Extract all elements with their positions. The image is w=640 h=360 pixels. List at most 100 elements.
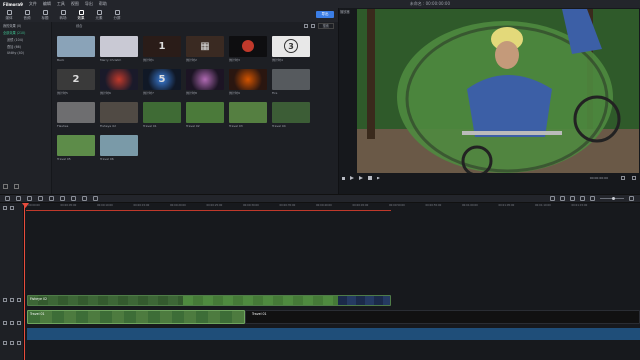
media-item[interactable]: Travel 04 xyxy=(272,102,310,129)
playhead[interactable] xyxy=(24,203,25,360)
media-item[interactable]: ▦ 倒计时2 xyxy=(186,36,224,63)
mixer-icon[interactable] xyxy=(580,196,585,201)
menu-file[interactable]: 文件 xyxy=(26,1,40,7)
fullscreen-icon[interactable] xyxy=(632,176,636,180)
media-item[interactable]: 倒计时6 xyxy=(100,69,138,96)
video-track-icon xyxy=(3,321,7,325)
audio-clip[interactable] xyxy=(27,328,640,340)
module-tab-icon xyxy=(60,9,66,15)
zoom-slider[interactable] xyxy=(600,197,624,200)
speed-icon[interactable] xyxy=(60,196,65,201)
eye-icon[interactable] xyxy=(17,298,21,302)
module-tab-5[interactable]: 元素 xyxy=(90,8,108,22)
module-tab-2[interactable]: 标题 xyxy=(36,8,54,22)
delete-icon[interactable] xyxy=(27,196,32,201)
speaker-icon[interactable] xyxy=(17,341,21,345)
sidebar-item-1[interactable]: 全部效果 (210) xyxy=(0,29,51,36)
ruler-tick: 00:00:55:00 xyxy=(425,204,442,207)
timeline-range-line xyxy=(26,210,391,211)
search-label[interactable]: 搜索 xyxy=(317,22,334,29)
zoom-out-icon[interactable] xyxy=(590,196,595,201)
eye-icon[interactable] xyxy=(17,321,21,325)
zoom-in-icon[interactable] xyxy=(629,196,634,201)
crop-icon[interactable] xyxy=(49,196,54,201)
cut-icon[interactable] xyxy=(38,196,43,201)
marker-icon[interactable] xyxy=(560,196,565,201)
media-item[interactable]: Travel 01 xyxy=(143,102,181,129)
export-button[interactable]: 导出 xyxy=(316,11,334,18)
media-label: Back xyxy=(57,58,65,62)
ruler-tick: 00:01:10:00 xyxy=(535,204,551,207)
module-tab-label: 音频 xyxy=(23,15,31,20)
voiceover-icon[interactable] xyxy=(570,196,575,201)
redo-icon[interactable] xyxy=(16,196,21,201)
stop-icon[interactable] xyxy=(368,176,372,180)
media-item[interactable]: Travel 03 xyxy=(229,102,267,129)
module-tab-0[interactable]: 媒体 xyxy=(0,8,18,22)
video-clip-2[interactable]: Travel 01 xyxy=(245,310,640,324)
video-clip[interactable]: Travel 01 xyxy=(27,310,245,324)
thumbnail-mark: 2 xyxy=(72,74,80,85)
media-item[interactable]: 1 倒计时1 xyxy=(143,36,181,63)
zoom-knob[interactable] xyxy=(612,197,615,200)
media-item[interactable]: Travel 02 xyxy=(186,102,224,129)
effect-clip[interactable]: Fisheye 02 xyxy=(27,295,391,306)
media-item[interactable]: Fire xyxy=(272,69,310,96)
ruler-tick: 00:00:05:00 xyxy=(60,204,77,207)
media-label: Merry Christm xyxy=(100,58,122,62)
next-frame-icon[interactable] xyxy=(359,176,363,180)
sidebar-item-3[interactable]: 叠加 (66) xyxy=(0,43,51,50)
effect-clip-thumbs-3 xyxy=(338,296,390,305)
sidebar-item-0[interactable]: 我的效果 (0) xyxy=(0,22,51,29)
prev-frame-icon[interactable] xyxy=(342,176,345,180)
module-tab-icon xyxy=(78,9,84,15)
undo-icon[interactable] xyxy=(5,196,10,201)
snapshot-icon[interactable] xyxy=(621,176,625,180)
sidebar-actions xyxy=(3,184,19,189)
module-tab-6[interactable]: 分屏 xyxy=(108,8,126,22)
media-item[interactable]: Flashes xyxy=(57,102,95,129)
split-icon[interactable] xyxy=(93,196,98,201)
add-track-icon[interactable] xyxy=(3,206,7,210)
lock-icon[interactable] xyxy=(10,341,14,345)
link-icon[interactable] xyxy=(10,206,14,210)
module-tab-label: 效果 xyxy=(77,15,85,20)
menu-edit[interactable]: 编辑 xyxy=(40,1,54,7)
effect-track-icon xyxy=(3,298,7,302)
media-item[interactable]: 5 倒计时7 xyxy=(143,69,181,96)
media-item[interactable]: Travel 05 xyxy=(57,135,95,162)
sort-dropdown[interactable]: 综合 xyxy=(76,23,82,28)
media-item[interactable]: 倒计时9 xyxy=(229,69,267,96)
fast-forward-icon[interactable] xyxy=(377,176,380,180)
folder-icon[interactable] xyxy=(14,184,19,189)
module-tab-1[interactable]: 音频 xyxy=(18,8,36,22)
media-item[interactable]: 3 倒计时4 xyxy=(272,36,310,63)
ruler-tick: 00:00:10:00 xyxy=(97,204,113,207)
media-item[interactable]: Fisheye 02 xyxy=(100,102,138,129)
media-item[interactable]: 倒计时8 xyxy=(186,69,224,96)
audio-icon[interactable] xyxy=(82,196,87,201)
sidebar-item-2[interactable]: 滤镜 (104) xyxy=(0,36,51,43)
lock-icon[interactable] xyxy=(10,321,14,325)
render-icon[interactable] xyxy=(550,196,555,201)
module-tab-4[interactable]: 效果 xyxy=(72,8,90,22)
filter-icon[interactable] xyxy=(303,23,308,28)
media-item[interactable]: 倒计时3 xyxy=(229,36,267,63)
media-item[interactable]: 2 倒计时5 xyxy=(57,69,95,96)
grid-icon[interactable] xyxy=(310,23,315,28)
menu-help[interactable]: 帮助 xyxy=(96,1,110,7)
sidebar-item-4[interactable]: Utility (40) xyxy=(0,50,51,56)
media-label: Fisheye 02 xyxy=(100,124,117,128)
play-icon[interactable] xyxy=(350,176,354,180)
ruler-tick: 00:00:30:00 xyxy=(243,204,259,207)
media-item[interactable]: Travel 06 xyxy=(100,135,138,162)
lock-icon[interactable] xyxy=(10,298,14,302)
module-tab-3[interactable]: 转场 xyxy=(54,8,72,22)
color-icon[interactable] xyxy=(71,196,76,201)
media-item[interactable]: Back xyxy=(57,36,95,63)
media-item[interactable]: Merry Christm xyxy=(100,36,138,63)
menu-tools[interactable]: 工具 xyxy=(54,1,68,7)
menu-view[interactable]: 视图 xyxy=(68,1,82,7)
new-folder-icon[interactable] xyxy=(3,184,8,189)
menu-export[interactable]: 导出 xyxy=(82,1,96,7)
